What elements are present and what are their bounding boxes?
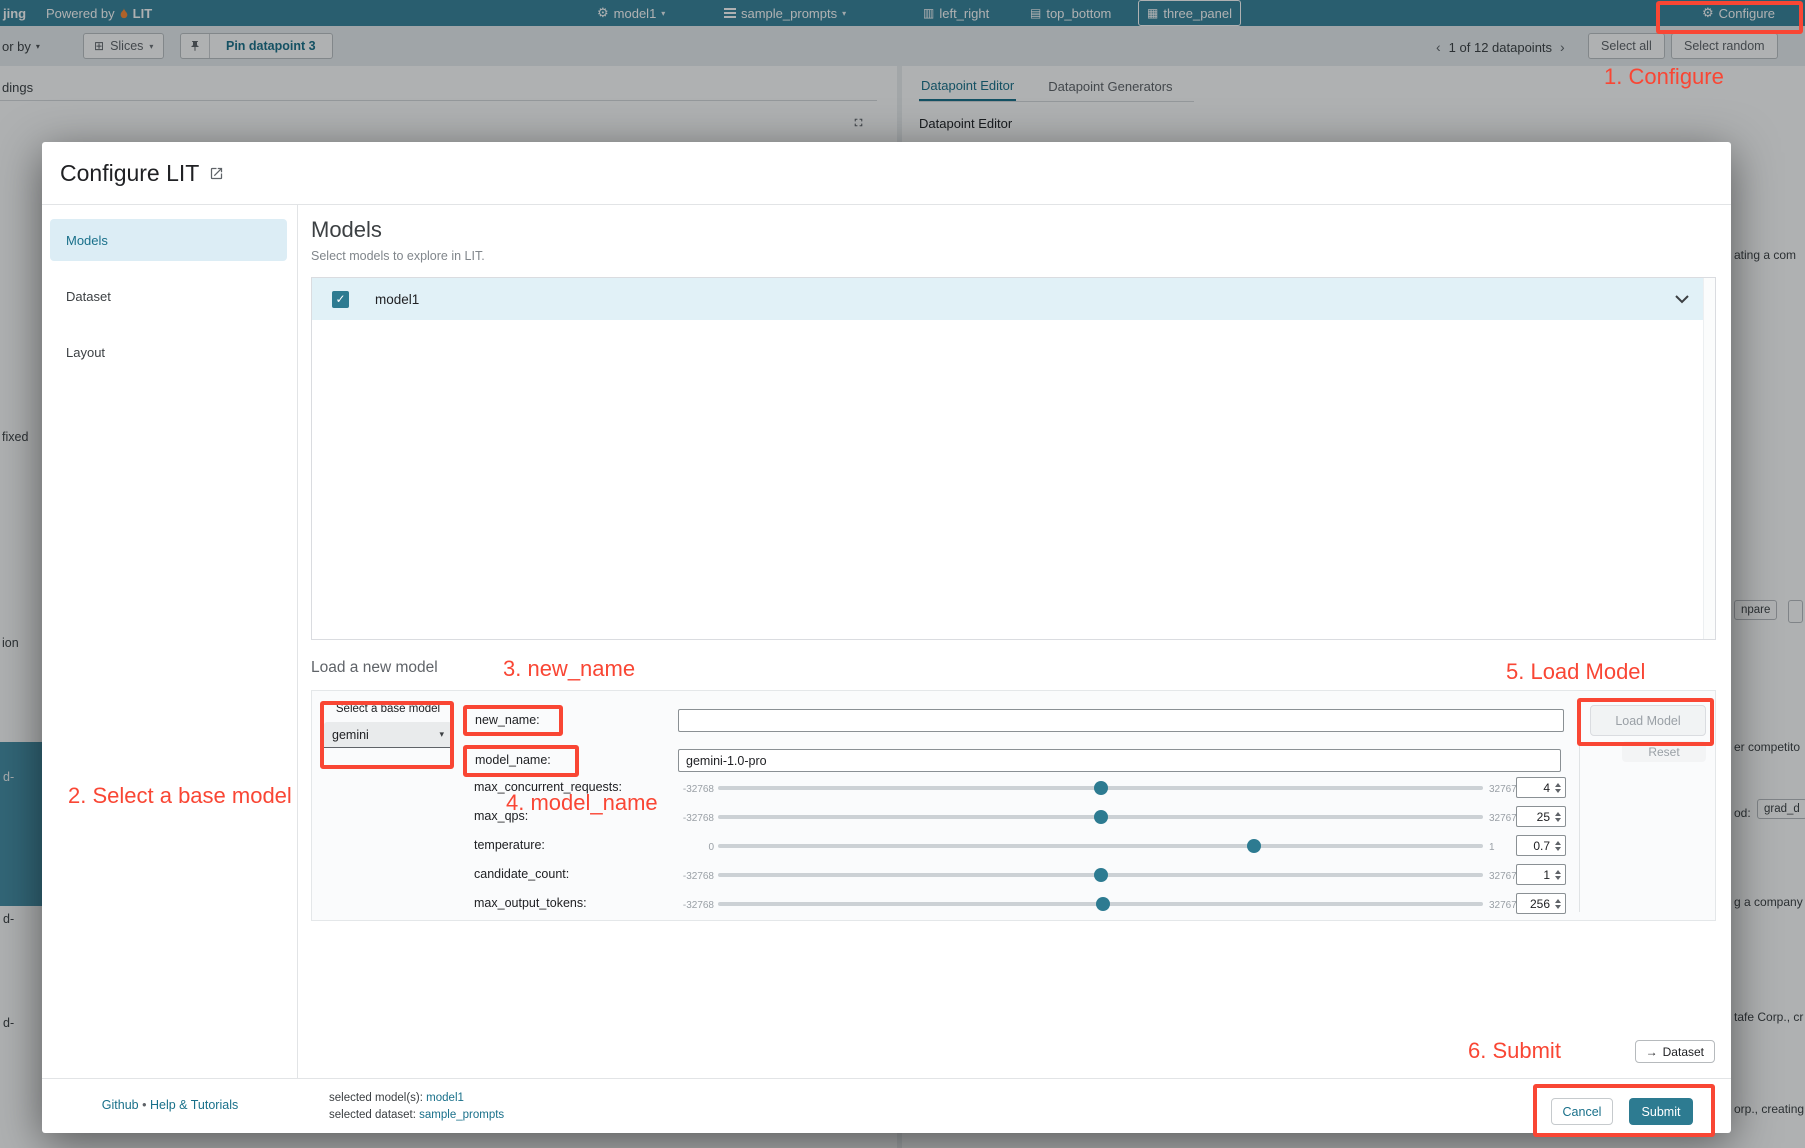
nav-item-dataset[interactable]: Dataset: [50, 275, 287, 317]
slider-min: -32768: [634, 871, 714, 882]
new-name-input[interactable]: [678, 709, 1564, 732]
annotation-box-model-name: [463, 745, 579, 777]
list-scrollbar[interactable]: [1703, 278, 1715, 639]
slider-track[interactable]: [718, 815, 1483, 819]
selected-model-label: selected model(s):: [329, 1092, 423, 1104]
annotation-box-load-model: [1577, 698, 1714, 746]
slider-max: 32767: [1489, 900, 1517, 911]
dialog-footer: Github • Help & Tutorials selected model…: [42, 1078, 1731, 1133]
annotation-1-configure: 1. Configure: [1604, 64, 1724, 90]
dialog-body: Models Dataset Layout Models Select mode…: [42, 205, 1731, 1078]
slider-track[interactable]: [718, 844, 1483, 848]
slider-label: max_output_tokens:: [474, 896, 587, 910]
model-row-label: model1: [375, 292, 419, 307]
selected-dataset-label: selected dataset:: [329, 1109, 416, 1121]
slider-min: 0: [634, 842, 714, 853]
stepper-value: 4: [1543, 781, 1550, 795]
slider-max: 1: [1489, 842, 1495, 853]
model-checkbox[interactable]: ✓: [332, 291, 349, 308]
stepper-value: 0.7: [1533, 839, 1550, 853]
footer-links: Github • Help & Tutorials: [42, 1098, 298, 1112]
slider-track[interactable]: [718, 902, 1483, 906]
help-tutorials-link[interactable]: Help & Tutorials: [150, 1098, 238, 1112]
jump-to-dataset-button[interactable]: → Dataset: [1635, 1040, 1715, 1063]
stepper-value: 25: [1537, 810, 1550, 824]
annotation-2-select-base-model: 2. Select a base model: [68, 783, 292, 809]
configure-lit-dialog: Configure LIT Models Dataset Layout Mode…: [42, 142, 1731, 1133]
slider-thumb[interactable]: [1094, 868, 1108, 882]
slider-track[interactable]: [718, 873, 1483, 877]
slider-track[interactable]: [718, 786, 1483, 790]
value-stepper[interactable]: 1: [1516, 864, 1566, 885]
dialog-header: Configure LIT: [42, 142, 1731, 205]
dialog-title: Configure LIT: [60, 160, 199, 187]
dot-separator: •: [142, 1098, 146, 1112]
stepper-arrows-icon[interactable]: [1555, 870, 1561, 880]
stepper-arrows-icon[interactable]: [1555, 899, 1561, 909]
annotation-box-base-model: [320, 701, 454, 769]
slider-max: 32767: [1489, 813, 1517, 824]
value-stepper[interactable]: 4: [1516, 777, 1566, 798]
slider-label: temperature:: [474, 838, 545, 852]
annotation-4-model-name: 4. model_name: [506, 790, 658, 816]
slider-label: candidate_count:: [474, 867, 569, 881]
selection-summary: selected model(s): model1 selected datas…: [329, 1090, 504, 1124]
nav-item-models[interactable]: Models: [50, 219, 287, 261]
stepper-value: 256: [1530, 897, 1550, 911]
dialog-nav: Models Dataset Layout: [42, 205, 298, 1078]
annotation-6-submit: 6. Submit: [1468, 1038, 1561, 1064]
annotation-box-submit: [1533, 1084, 1715, 1137]
models-heading: Models: [311, 217, 1716, 243]
annotation-box-new-name: [463, 705, 563, 736]
slider-min: -32768: [634, 900, 714, 911]
stepper-arrows-icon[interactable]: [1555, 841, 1561, 851]
slider-thumb[interactable]: [1094, 810, 1108, 824]
model-row[interactable]: ✓ model1: [312, 278, 1715, 320]
slider-row-max-output-tokens: max_output_tokens: -32768 32767 256: [312, 892, 1715, 916]
models-subheading: Select models to explore in LIT.: [311, 249, 1716, 263]
jump-to-dataset-label: Dataset: [1663, 1045, 1704, 1059]
stepper-arrows-icon[interactable]: [1555, 812, 1561, 822]
slider-max: 32767: [1489, 784, 1517, 795]
slider-thumb[interactable]: [1094, 781, 1108, 795]
slider-row-temperature: temperature: 0 1 0.7: [312, 834, 1715, 858]
value-stepper[interactable]: 0.7: [1516, 835, 1566, 856]
arrow-right-icon: →: [1646, 1045, 1658, 1059]
slider-thumb[interactable]: [1247, 839, 1261, 853]
slider-thumb[interactable]: [1096, 897, 1110, 911]
stepper-value: 1: [1543, 868, 1550, 882]
selected-dataset-value[interactable]: sample_prompts: [419, 1109, 504, 1121]
annotation-5-load-model: 5. Load Model: [1506, 659, 1645, 685]
github-link[interactable]: Github: [102, 1098, 139, 1112]
chevron-down-icon[interactable]: [1675, 295, 1689, 304]
nav-item-layout[interactable]: Layout: [50, 331, 287, 373]
external-link-icon[interactable]: [209, 166, 224, 181]
model-list: ✓ model1: [311, 277, 1716, 640]
annotation-box-configure: [1656, 1, 1803, 34]
selected-model-value[interactable]: model1: [426, 1092, 464, 1104]
value-stepper[interactable]: 256: [1516, 893, 1566, 914]
slider-max: 32767: [1489, 871, 1517, 882]
model-name-input[interactable]: [678, 749, 1561, 772]
slider-row-candidate-count: candidate_count: -32768 32767 1: [312, 863, 1715, 887]
models-panel: Models Select models to explore in LIT. …: [298, 205, 1731, 1078]
annotation-3-new-name: 3. new_name: [503, 656, 635, 682]
stepper-arrows-icon[interactable]: [1555, 783, 1561, 793]
value-stepper[interactable]: 25: [1516, 806, 1566, 827]
